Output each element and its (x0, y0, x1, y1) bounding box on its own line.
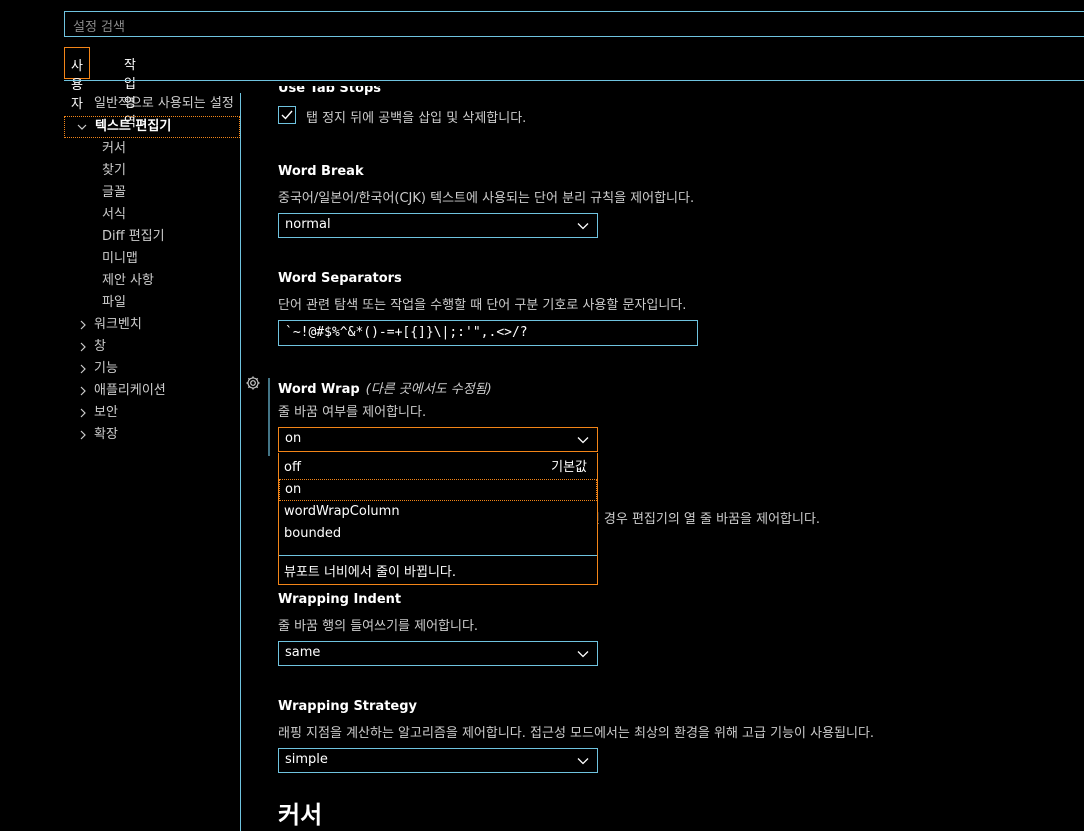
toc-item-extensions[interactable]: 확장 (64, 424, 240, 446)
toc-item-label: 찾기 (102, 163, 126, 178)
toc-item-text-editor[interactable]: 텍스트 편집기 (64, 116, 240, 138)
toc-item-files[interactable]: 파일 (64, 292, 240, 314)
toc-item-cursor[interactable]: 커서 (64, 138, 240, 160)
toc-item-diff-editor[interactable]: Diff 편집기 (64, 226, 240, 248)
select-value: on (285, 431, 302, 446)
toc-item-label: 제안 사항 (102, 273, 154, 288)
toc-divider (240, 93, 241, 831)
settings-search-input[interactable]: 설정 검색 (64, 11, 1084, 37)
check-icon (281, 110, 293, 120)
chevron-right-icon (80, 386, 86, 396)
modified-indicator (268, 378, 270, 456)
option-label: bounded (284, 526, 342, 541)
setting-title-wrapping-strategy: Wrapping Strategy (278, 699, 418, 714)
toc-item-label: 서식 (102, 207, 126, 222)
setting-title-word-break: Word Break (278, 164, 364, 179)
use-tab-stops-checkbox[interactable] (278, 106, 296, 124)
word-separators-input[interactable]: `~!@#$%^&*()-=+[{]}\|;:'",.<>/? (278, 320, 698, 346)
toc-item-label: 창 (94, 339, 106, 354)
settings-list: Use Tab Stops 탭 정지 뒤에 공백을 삽입 및 삭제합니다. Wo… (278, 81, 1084, 831)
word-wrap-select[interactable]: on (278, 427, 598, 452)
wrapping-strategy-select[interactable]: simple (278, 748, 598, 773)
toc-item-find[interactable]: 찾기 (64, 160, 240, 182)
toc-item-label: 텍스트 편집기 (95, 119, 172, 134)
setting-title-text: Word Wrap (278, 382, 360, 397)
word-break-select[interactable]: normal (278, 213, 598, 238)
option-label: on (285, 482, 302, 497)
setting-desc-wrapping-strategy: 래핑 지점을 계산하는 알고리즘을 제어합니다. 접근성 모드에서는 최상의 환… (278, 726, 875, 741)
toc-item-window[interactable]: 창 (64, 336, 240, 358)
setting-desc-wrapping-indent: 줄 바꿈 행의 들여쓰기를 제어합니다. (278, 619, 479, 634)
setting-title-wrapping-indent: Wrapping Indent (278, 592, 402, 607)
toc-item-features[interactable]: 기능 (64, 358, 240, 380)
word-wrap-dropdown: off 기본값 on wordWrapColumn bounded 뷰포트 너비… (278, 453, 598, 585)
tab-user[interactable]: 사용자 (64, 47, 90, 112)
toc-item-suggestions[interactable]: 제안 사항 (64, 270, 240, 292)
dropdown-option-word-wrap-column[interactable]: wordWrapColumn (279, 501, 597, 523)
option-label: off (284, 460, 301, 475)
chevron-right-icon (80, 364, 86, 374)
setting-desc-word-wrap-column: n'인 경우 편집기의 열 줄 바꿈을 제어합니다. (576, 512, 821, 527)
select-value: normal (285, 217, 331, 232)
default-tag: 기본값 (551, 460, 587, 475)
dropdown-option-description: 뷰포트 너비에서 줄이 바뀝니다. (284, 565, 457, 580)
toc-item-label: 커서 (102, 141, 126, 156)
setting-desc-word-wrap: 줄 바꿈 여부를 제어합니다. (278, 405, 427, 420)
dropdown-divider (279, 555, 597, 556)
setting-desc-word-separators: 단어 관련 탐색 또는 작업을 수행할 때 단어 구분 기호로 사용할 문자입니… (278, 298, 687, 313)
toc-item-label: 워크벤치 (94, 317, 142, 332)
setting-desc-word-break: 중국어/일본어/한국어(CJK) 텍스트에 사용되는 단어 분리 규칙을 제어합… (278, 191, 695, 206)
toc-item-font[interactable]: 글꼴 (64, 182, 240, 204)
toc-item-label: Diff 편집기 (102, 229, 165, 244)
section-heading-cursor: 커서 (278, 801, 323, 829)
toc-item-label: 일반적으로 사용되는 설정 (94, 96, 234, 111)
toc-item-application[interactable]: 애플리케이션 (64, 380, 240, 402)
chevron-down-icon (77, 124, 87, 130)
option-label: wordWrapColumn (284, 504, 400, 519)
toc-item-label: 미니맵 (102, 251, 138, 266)
select-value: same (285, 645, 321, 660)
setting-title-use-tab-stops: Use Tab Stops (278, 81, 381, 96)
use-tab-stops-desc: 탭 정지 뒤에 공백을 삽입 및 삭제합니다. (306, 111, 527, 126)
chevron-right-icon (80, 430, 86, 440)
setting-title-word-wrap: Word Wrap (다른 곳에서도 수정됨) (278, 378, 492, 397)
toc-item-label: 애플리케이션 (94, 383, 166, 398)
dropdown-option-bounded[interactable]: bounded (279, 523, 597, 545)
toc-item-workbench[interactable]: 워크벤치 (64, 314, 240, 336)
toc-item-label: 확장 (94, 427, 118, 442)
wrapping-indent-select[interactable]: same (278, 641, 598, 666)
dropdown-option-off[interactable]: off 기본값 (279, 457, 597, 479)
modified-elsewhere-link[interactable]: (다른 곳에서도 수정됨) (366, 382, 492, 397)
tab-workspace[interactable]: 작업 영역 (118, 47, 142, 130)
setting-title-word-separators: Word Separators (278, 271, 402, 286)
toc-item-formatting[interactable]: 서식 (64, 204, 240, 226)
chevron-down-icon (577, 651, 589, 658)
toc-item-label: 기능 (94, 361, 118, 376)
chevron-down-icon (577, 437, 589, 444)
toc-item-minimap[interactable]: 미니맵 (64, 248, 240, 270)
chevron-down-icon (577, 223, 589, 230)
select-value: simple (285, 752, 328, 767)
chevron-right-icon (80, 408, 86, 418)
toc-item-security[interactable]: 보안 (64, 402, 240, 424)
gear-icon[interactable] (245, 375, 261, 391)
chevron-right-icon (80, 320, 86, 330)
toc-item-label: 파일 (102, 295, 126, 310)
toc-item-general[interactable]: 일반적으로 사용되는 설정 (64, 93, 240, 115)
dropdown-option-on[interactable]: on (279, 479, 597, 501)
toc-item-label: 보안 (94, 405, 118, 420)
toc-item-label: 글꼴 (102, 185, 126, 200)
chevron-right-icon (80, 342, 86, 352)
chevron-down-icon (577, 758, 589, 765)
